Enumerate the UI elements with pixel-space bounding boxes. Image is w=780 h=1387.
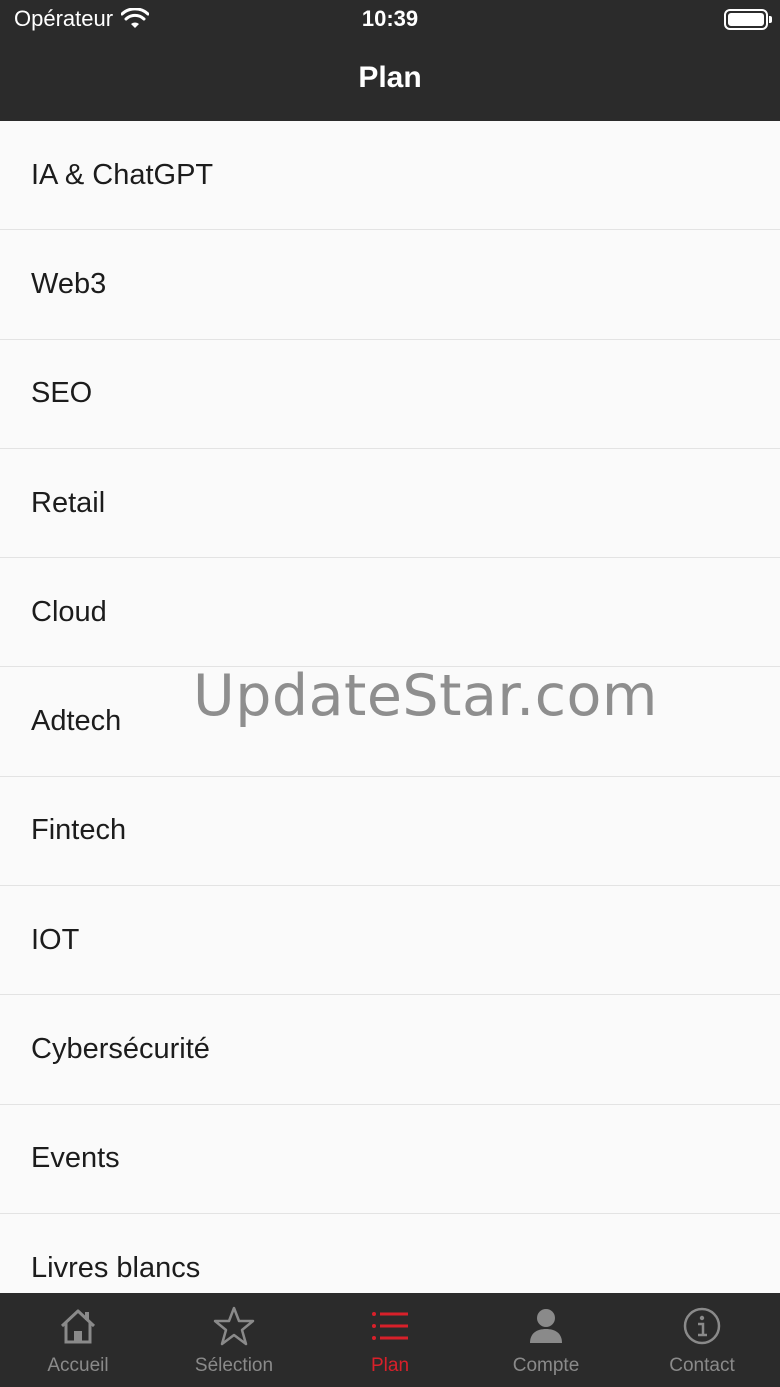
list-item[interactable]: IOT xyxy=(0,886,780,996)
list-icon xyxy=(372,1312,408,1340)
list-item[interactable]: IA & ChatGPT xyxy=(0,121,780,231)
person-icon xyxy=(530,1309,562,1343)
watermark: UpdateStar.com xyxy=(193,663,658,729)
list-item-label: Retail xyxy=(31,486,106,519)
list-item-label: IA & ChatGPT xyxy=(31,158,214,191)
star-icon xyxy=(213,1306,255,1346)
tab-label: Accueil xyxy=(47,1355,109,1376)
list-item-label: Cybersécurité xyxy=(31,1033,210,1066)
status-time: 10:39 xyxy=(361,6,419,31)
list-item[interactable]: Livres blancs xyxy=(0,1213,780,1293)
tab-label: Compte xyxy=(512,1355,580,1376)
tab-plan[interactable]: Plan xyxy=(312,1293,468,1387)
tab-selection[interactable]: Sélection xyxy=(156,1293,312,1387)
list-item-label: Events xyxy=(31,1142,120,1175)
list-item[interactable]: Fintech xyxy=(0,776,780,887)
list-item[interactable]: SEO xyxy=(0,339,780,449)
tab-label: Sélection xyxy=(194,1355,274,1376)
top-bar: Opérateur 10:39 Plan xyxy=(0,0,780,121)
info-icon xyxy=(683,1307,721,1345)
list-item[interactable]: Cybersécurité xyxy=(0,995,780,1105)
list-item-label: Web3 xyxy=(31,267,107,300)
list-item-label: SEO xyxy=(31,377,93,410)
list-item[interactable]: Retail xyxy=(0,448,780,559)
tab-bar: Accueil Sélection Plan Compte Contact xyxy=(0,1293,780,1387)
list-item-label: IOT xyxy=(31,923,80,956)
tab-label: Plan xyxy=(370,1355,410,1376)
page-title: Plan xyxy=(358,61,422,94)
list-item[interactable]: Events xyxy=(0,1104,780,1214)
list-item-label: Livres blancs xyxy=(31,1251,201,1284)
tab-compte[interactable]: Compte xyxy=(468,1293,624,1387)
list-item-label: Cloud xyxy=(31,595,107,628)
battery-icon xyxy=(724,9,772,30)
tab-accueil[interactable]: Accueil xyxy=(0,1293,156,1387)
tab-contact[interactable]: Contact xyxy=(624,1293,780,1387)
list-item-label: Fintech xyxy=(31,814,127,847)
house-icon xyxy=(60,1309,96,1344)
list-item-label: Adtech xyxy=(31,705,122,738)
tab-label: Contact xyxy=(669,1355,735,1376)
list-item[interactable]: Web3 xyxy=(0,230,780,340)
list-item[interactable]: Cloud xyxy=(0,558,780,668)
